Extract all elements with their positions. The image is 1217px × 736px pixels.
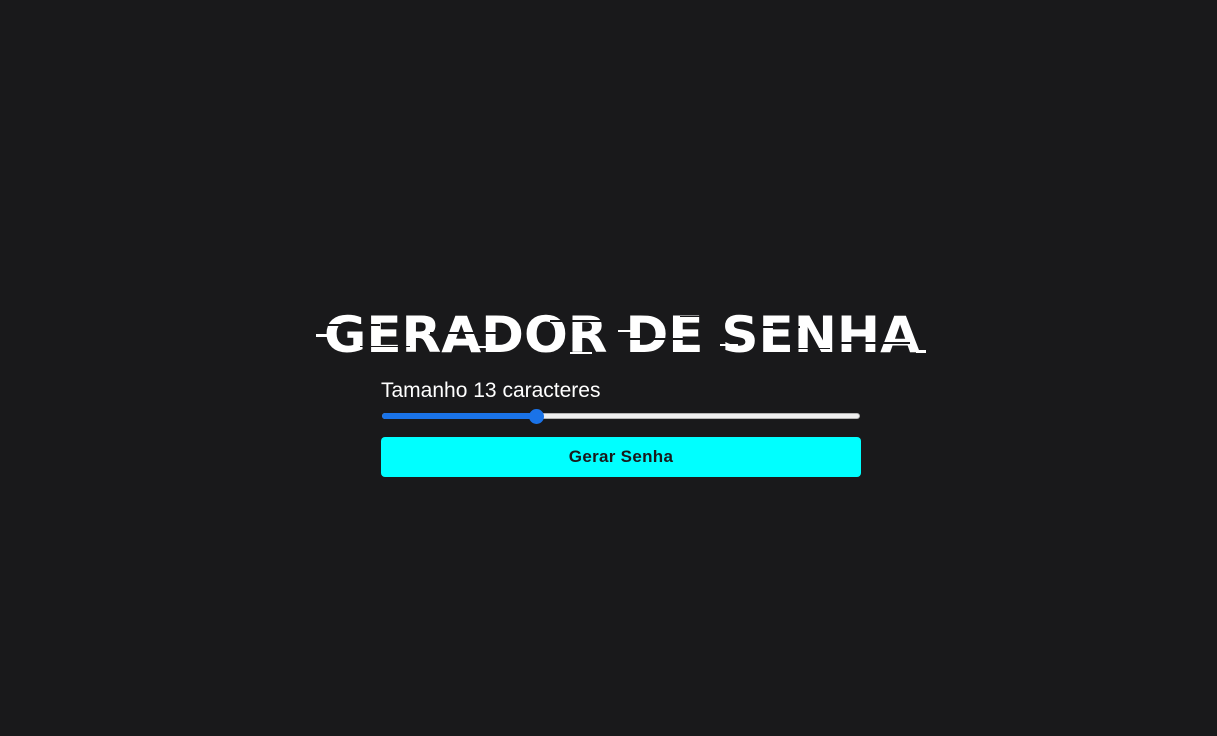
password-length-slider[interactable]	[381, 409, 861, 425]
page-title: GERADOR DE SENHA	[316, 302, 926, 364]
glitch-title-graphic: GERADOR DE SENHA	[316, 306, 926, 364]
slider-thumb[interactable]	[528, 409, 544, 424]
password-size-label: Tamanho 13 caracteres	[381, 379, 600, 403]
app-container: GERADOR DE SENHA Tamanho 13 caracteres G…	[0, 0, 1217, 736]
size-label-prefix: Tamanho	[381, 379, 468, 402]
page-title-text: GERADOR DE SENHA	[324, 306, 920, 364]
slider-fill	[382, 413, 536, 419]
generate-password-button[interactable]: Gerar Senha	[381, 437, 861, 477]
size-label-suffix: caracteres	[502, 379, 601, 402]
size-label-value: 13	[473, 379, 497, 402]
